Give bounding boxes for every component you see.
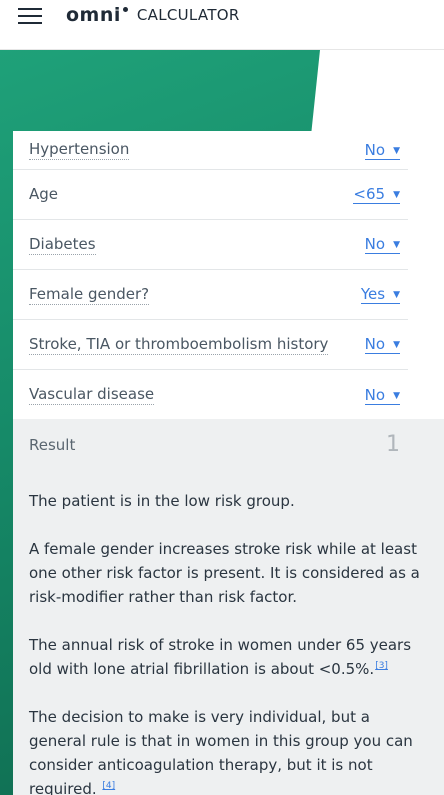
reference-link-4[interactable]: [4]	[102, 781, 115, 791]
calculator-form: Hypertension No ▼ Age <65 ▼ Diabetes No ▼ F…	[13, 131, 408, 420]
result-label: Result	[29, 436, 76, 454]
result-paragraph: The patient is in the low risk group.	[29, 489, 425, 513]
select-age-value: <65	[353, 185, 386, 203]
result-section: Result 1 The patient is in the low risk …	[13, 419, 444, 795]
dropdown-arrow-icon: ▼	[393, 390, 400, 401]
dropdown-arrow-icon: ▼	[393, 340, 400, 350]
result-row: Result 1	[13, 419, 408, 473]
select-stroke-history-value: No	[364, 335, 386, 353]
reference-link-3[interactable]: [3]	[375, 661, 388, 671]
result-value: 1	[386, 432, 400, 457]
paragraph-text: A female gender increases stroke risk wh…	[29, 540, 420, 606]
select-diabetes[interactable]: No ▼	[364, 235, 400, 254]
result-paragraph: The decision to make is very individual,…	[29, 705, 425, 795]
select-vascular-disease-value: No	[364, 385, 386, 404]
label-female-gender: Female gender?	[29, 284, 150, 305]
dropdown-arrow-icon: ▼	[393, 145, 400, 156]
dropdown-arrow-icon: ▼	[393, 240, 400, 250]
logo-dot	[122, 6, 128, 12]
omni-logo[interactable]: omni CALCULATOR	[66, 4, 240, 26]
select-vascular-disease[interactable]: No ▼	[364, 385, 400, 405]
logo-omni-text: omni	[66, 4, 121, 26]
menu-icon[interactable]	[18, 8, 42, 26]
paragraph-text: The annual risk of stroke in women under…	[29, 636, 412, 678]
select-hypertension-value: No	[364, 140, 386, 159]
label-age: Age	[29, 185, 59, 203]
label-hypertension: Hypertension	[29, 140, 130, 160]
result-explanation: The patient is in the low risk group. A …	[29, 489, 425, 795]
paragraph-text: The patient is in the low risk group.	[29, 492, 295, 510]
label-vascular-disease: Vascular disease	[29, 385, 155, 405]
row-female-gender: Female gender? Yes ▼	[13, 270, 408, 320]
select-age[interactable]: <65 ▼	[353, 185, 400, 204]
paragraph-text: The decision to make is very individual,…	[29, 708, 413, 795]
select-hypertension[interactable]: No ▼	[364, 140, 400, 160]
result-paragraph: A female gender increases stroke risk wh…	[29, 537, 425, 609]
row-vascular-disease: Vascular disease No ▼	[13, 370, 408, 420]
row-stroke-history: Stroke, TIA or thromboembolism history N…	[13, 320, 408, 370]
row-age: Age <65 ▼	[13, 170, 408, 220]
select-stroke-history[interactable]: No ▼	[364, 335, 400, 354]
select-diabetes-value: No	[364, 235, 386, 253]
select-female-gender[interactable]: Yes ▼	[360, 285, 400, 304]
dropdown-arrow-icon: ▼	[393, 290, 400, 300]
dropdown-arrow-icon: ▼	[393, 190, 400, 200]
result-paragraph: The annual risk of stroke in women under…	[29, 633, 425, 681]
select-female-gender-value: Yes	[360, 285, 386, 303]
label-diabetes: Diabetes	[29, 234, 96, 255]
row-diabetes: Diabetes No ▼	[13, 220, 408, 270]
top-header: omni CALCULATOR	[0, 0, 444, 50]
label-stroke-history: Stroke, TIA or thromboembolism history	[29, 334, 329, 355]
logo-calculator-text: CALCULATOR	[136, 6, 240, 24]
row-hypertension: Hypertension No ▼	[13, 131, 408, 170]
